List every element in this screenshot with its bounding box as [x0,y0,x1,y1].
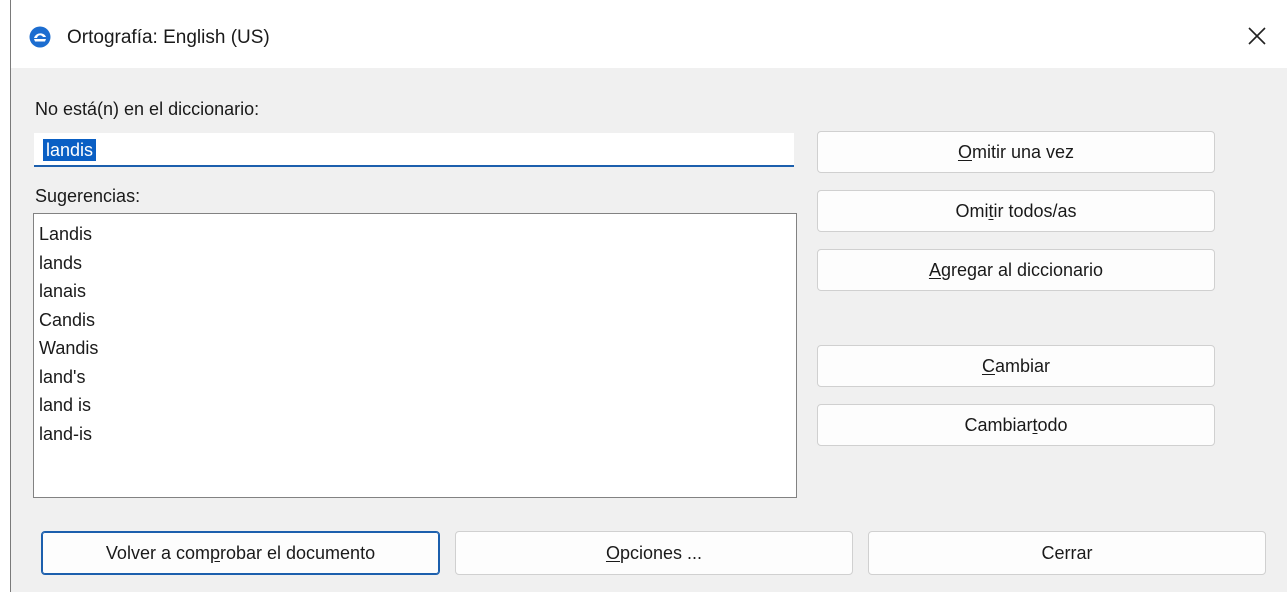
ignore-all-button[interactable]: Omi t ir todos/as [817,190,1215,232]
ignore-once-button[interactable]: Omitir una vez [817,131,1215,173]
suggestion-item[interactable]: land is [39,391,796,420]
suggestion-item[interactable]: lands [39,249,796,278]
misspelled-word: landis [43,139,97,161]
suggestions-label: Sugerencias: [35,186,141,206]
suggestion-item[interactable]: Candis [39,306,796,335]
suggestion-item[interactable]: Wandis [39,334,796,363]
not-in-dictionary-label: No está(n) en el diccionario: [35,99,260,119]
title-bar: Ortografía: English (US) [11,0,1287,68]
add-to-dictionary-button[interactable]: Agregar al diccionario [817,249,1215,291]
blue-circle-logo-icon [29,26,51,48]
not-in-dictionary-field[interactable]: landis [34,133,794,167]
close-window-button[interactable] [1235,16,1279,56]
suggestions-list[interactable]: Landis lands lanais Candis Wandis land's land … [33,213,797,498]
recheck-document-button[interactable]: Volver a com p robar el documento [41,531,440,575]
suggestion-item[interactable]: lanais [39,277,796,306]
change-all-button[interactable]: Cambiar t odo [817,404,1215,446]
window-title: Ortografía: English (US) [67,27,270,48]
suggestion-item[interactable]: land-is [39,420,796,449]
options-button[interactable]: Opciones ... [455,531,853,575]
spelling-dialog: Ortografía: English (US) No está(n) en e… [10,0,1287,592]
suggestion-item[interactable]: land's [39,363,796,392]
change-button[interactable]: Cambiar [817,345,1215,387]
close-icon [1248,27,1266,45]
close-button[interactable]: Cerrar [868,531,1266,575]
suggestion-item[interactable]: Landis [39,220,796,249]
